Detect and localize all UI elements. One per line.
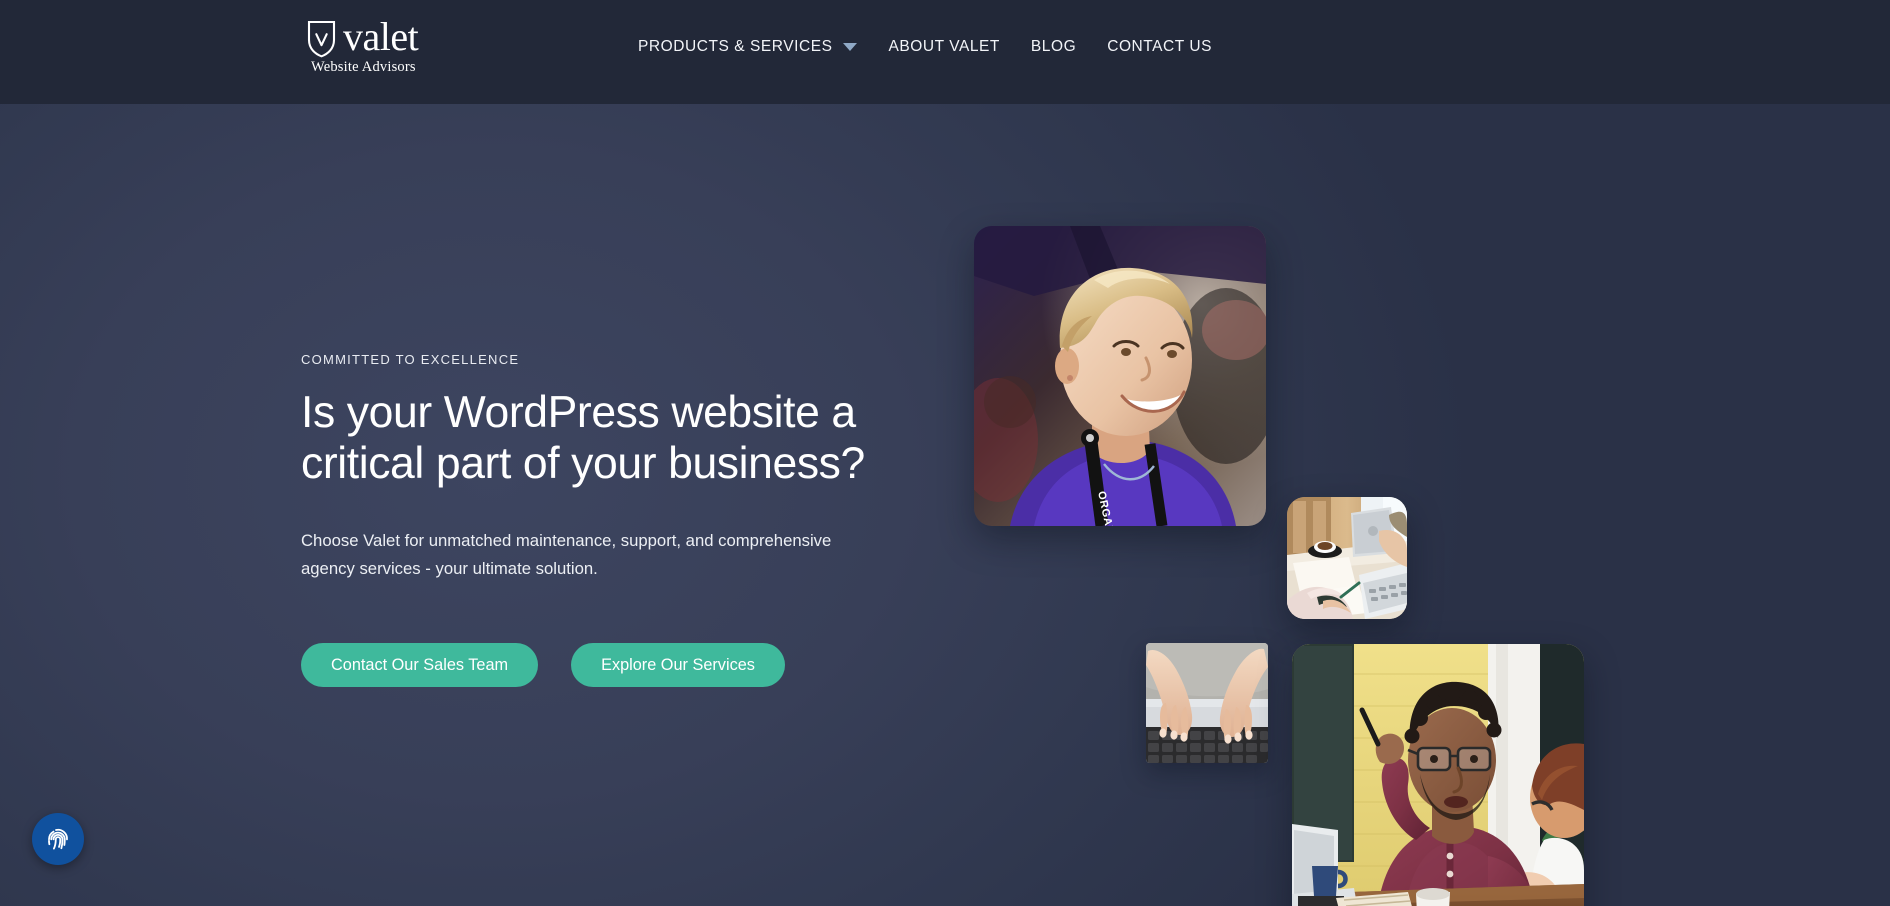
site-logo[interactable]: valet Website Advisors — [307, 14, 419, 76]
main-navigation: PRODUCTS & SERVICES ABOUT VALET BLOG CON… — [638, 38, 1212, 56]
chevron-down-icon[interactable] — [843, 43, 858, 51]
hero-section: COMMITTED TO EXCELLENCE Is your WordPres… — [0, 104, 1890, 906]
nav-item-contact-us[interactable]: CONTACT US — [1107, 38, 1212, 56]
nav-item-label: CONTACT US — [1107, 38, 1213, 55]
desk-laptops-photo — [1287, 497, 1407, 619]
header-inner: valet Website Advisors PRODUCTS & SERVIC… — [0, 0, 1890, 104]
fingerprint-icon — [43, 824, 73, 854]
landing-page: valet Website Advisors PRODUCTS & SERVIC… — [0, 0, 1890, 906]
nav-item-label: BLOG — [1030, 38, 1077, 55]
nav-item-products-services[interactable]: PRODUCTS & SERVICES — [638, 38, 858, 56]
nav-item-about-valet[interactable]: ABOUT VALET — [888, 38, 999, 56]
smiling-organizer-photo: ORGANIZER — [974, 226, 1266, 526]
accessibility-widget-button[interactable] — [32, 813, 84, 865]
nav-item-blog[interactable]: BLOG — [1031, 38, 1076, 56]
shield-v-icon — [307, 18, 336, 58]
logo-wordmark: valet Website Advisors — [311, 14, 419, 76]
meeting-discussion-photo — [1292, 644, 1584, 906]
logo-tagline: Website Advisors — [311, 59, 416, 75]
logo-name: valet — [343, 14, 419, 59]
hands-typing-photo — [1146, 643, 1268, 763]
nav-item-label: PRODUCTS & SERVICES — [638, 38, 833, 55]
hero-image-collage: ORGANIZER — [0, 104, 1890, 906]
nav-item-label: ABOUT VALET — [888, 38, 1000, 55]
site-header: valet Website Advisors PRODUCTS & SERVIC… — [0, 0, 1890, 104]
